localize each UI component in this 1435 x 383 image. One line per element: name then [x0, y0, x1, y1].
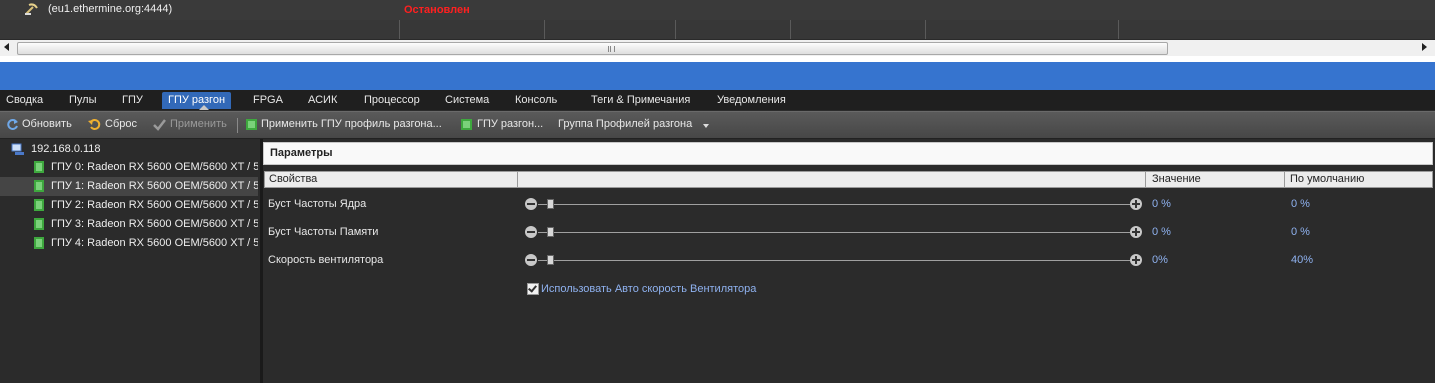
gpu-card-icon	[461, 119, 472, 130]
column-divider	[790, 20, 791, 39]
chevron-down-icon[interactable]	[703, 124, 709, 128]
slider-thumb[interactable]	[547, 199, 554, 209]
gpu-card-icon	[34, 218, 44, 230]
miner-pickaxe-icon	[25, 3, 38, 15]
column-divider[interactable]	[517, 172, 518, 187]
memory-clock-value: 0 %	[1152, 226, 1171, 238]
tree-gpu-1[interactable]: ГПУ 1: Radeon RX 5600 OEM/5600 XT / 5	[0, 177, 258, 196]
slider-thumb[interactable]	[547, 255, 554, 265]
auto-fan-checkbox[interactable]	[527, 283, 539, 295]
column-divider[interactable]	[1145, 172, 1146, 187]
scrollbar-thumb[interactable]	[17, 42, 1168, 55]
reset-button[interactable]: Сброс	[105, 118, 137, 130]
pool-status-row[interactable]: (eu1.ethermine.org:4444) Остановлен	[0, 0, 1435, 20]
minus-icon[interactable]	[525, 254, 537, 266]
refresh-icon	[7, 119, 18, 130]
tab-notifications[interactable]: Уведомления	[717, 92, 786, 109]
apply-button[interactable]: Применить	[170, 118, 227, 130]
pool-list-row[interactable]	[0, 20, 1435, 40]
core-clock-default: 0 %	[1291, 198, 1310, 210]
toolbar: Обновить Сброс Применить Применить ГПУ п…	[0, 111, 1435, 139]
property-core-clock-boost: Буст Частоты Ядра	[268, 198, 367, 210]
toolbar-divider	[237, 118, 238, 133]
main-tab-bar: Сводка Пулы ГПУ ГПУ разгон FPGA АСИК Про…	[0, 90, 1435, 110]
minus-icon[interactable]	[525, 198, 537, 210]
tree-gpu-2[interactable]: ГПУ 2: Radeon RX 5600 OEM/5600 XT / 5	[0, 196, 258, 215]
gpu-card-icon	[34, 161, 44, 173]
gpu-card-icon	[34, 180, 44, 192]
tab-gpu[interactable]: ГПУ	[122, 92, 143, 109]
network-computer-icon	[11, 143, 24, 155]
gpu-card-icon	[34, 237, 44, 249]
properties-header-row: Свойства Значение По умолчанию	[264, 171, 1433, 188]
tab-summary[interactable]: Сводка	[6, 92, 43, 109]
column-header-value[interactable]: Значение	[1152, 173, 1201, 185]
pool-address: (eu1.ethermine.org:4444)	[48, 3, 173, 15]
tree-host-node[interactable]: 192.168.0.118	[31, 140, 101, 159]
core-clock-slider[interactable]	[538, 204, 1130, 205]
tab-asic[interactable]: АСИК	[308, 92, 337, 109]
tab-pools[interactable]: Пулы	[69, 92, 97, 109]
column-divider	[925, 20, 926, 39]
panel-title: Параметры	[263, 142, 1433, 165]
tab-gpu-overclock[interactable]: ГПУ разгон	[162, 92, 232, 109]
scroll-right-arrow-icon[interactable]	[1422, 43, 1427, 51]
tree-gpu-4[interactable]: ГПУ 4: Radeon RX 5600 OEM/5600 XT / 5	[0, 234, 258, 253]
tab-tags-notes[interactable]: Теги & Примечания	[591, 92, 690, 109]
refresh-button[interactable]: Обновить	[22, 118, 72, 130]
property-fan-speed: Скорость вентилятора	[268, 254, 384, 266]
plus-icon[interactable]	[1130, 254, 1142, 266]
column-divider[interactable]	[1284, 172, 1285, 187]
column-header-properties[interactable]: Свойства	[269, 173, 317, 185]
column-divider	[1118, 20, 1119, 39]
slider-thumb[interactable]	[547, 227, 554, 237]
fan-speed-default: 40%	[1291, 254, 1314, 266]
plus-icon[interactable]	[1130, 226, 1142, 238]
plus-icon[interactable]	[1130, 198, 1142, 210]
column-divider	[544, 20, 545, 39]
tab-fpga[interactable]: FPGA	[253, 92, 283, 109]
tree-gpu-label: ГПУ 4: Radeon RX 5600 OEM/5600 XT / 5	[51, 237, 258, 249]
horizontal-scrollbar[interactable]	[0, 40, 1435, 56]
property-memory-clock-boost: Буст Частоты Памяти	[268, 226, 379, 238]
fan-speed-value: 0%	[1152, 254, 1168, 266]
core-clock-value: 0 %	[1152, 198, 1171, 210]
tree-gpu-3[interactable]: ГПУ 3: Radeon RX 5600 OEM/5600 XT / 5	[0, 215, 258, 234]
tab-processor[interactable]: Процессор	[364, 92, 420, 109]
minus-icon[interactable]	[525, 226, 537, 238]
header-band	[0, 56, 1435, 90]
column-divider	[675, 20, 676, 39]
pool-status-badge: Остановлен	[404, 4, 470, 16]
gpu-card-icon	[246, 119, 257, 130]
tree-gpu-label: ГПУ 3: Radeon RX 5600 OEM/5600 XT / 5	[51, 218, 258, 230]
apply-gpu-profile-button[interactable]: Применить ГПУ профиль разгона...	[261, 118, 442, 130]
profile-group-dropdown[interactable]: Группа Профилей разгона	[558, 118, 692, 130]
tree-gpu-label: ГПУ 1: Radeon RX 5600 OEM/5600 XT / 5	[51, 180, 258, 192]
scroll-left-arrow-icon[interactable]	[4, 43, 9, 51]
tree-gpu-label: ГПУ 2: Radeon RX 5600 OEM/5600 XT / 5	[51, 199, 258, 211]
active-tab-indicator-icon	[199, 105, 209, 110]
reset-icon	[88, 119, 101, 130]
auto-fan-label[interactable]: Использовать Авто скорость Вентилятора	[541, 283, 756, 295]
tree-gpu-label: ГПУ 0: Radeon RX 5600 OEM/5600 XT / 5	[51, 161, 258, 173]
grip-icon	[608, 46, 615, 52]
column-header-default[interactable]: По умолчанию	[1290, 173, 1364, 185]
gpu-overclock-button[interactable]: ГПУ разгон...	[477, 118, 543, 130]
memory-clock-slider[interactable]	[538, 232, 1130, 233]
tree-gpu-0[interactable]: ГПУ 0: Radeon RX 5600 OEM/5600 XT / 5	[0, 158, 258, 177]
column-divider	[399, 20, 400, 39]
panel-title-text: Параметры	[270, 147, 333, 159]
apply-check-icon	[153, 119, 166, 131]
fan-speed-slider[interactable]	[538, 260, 1130, 261]
tab-system[interactable]: Система	[445, 92, 489, 109]
gpu-card-icon	[34, 199, 44, 211]
memory-clock-default: 0 %	[1291, 226, 1310, 238]
tab-console[interactable]: Консоль	[515, 92, 557, 109]
